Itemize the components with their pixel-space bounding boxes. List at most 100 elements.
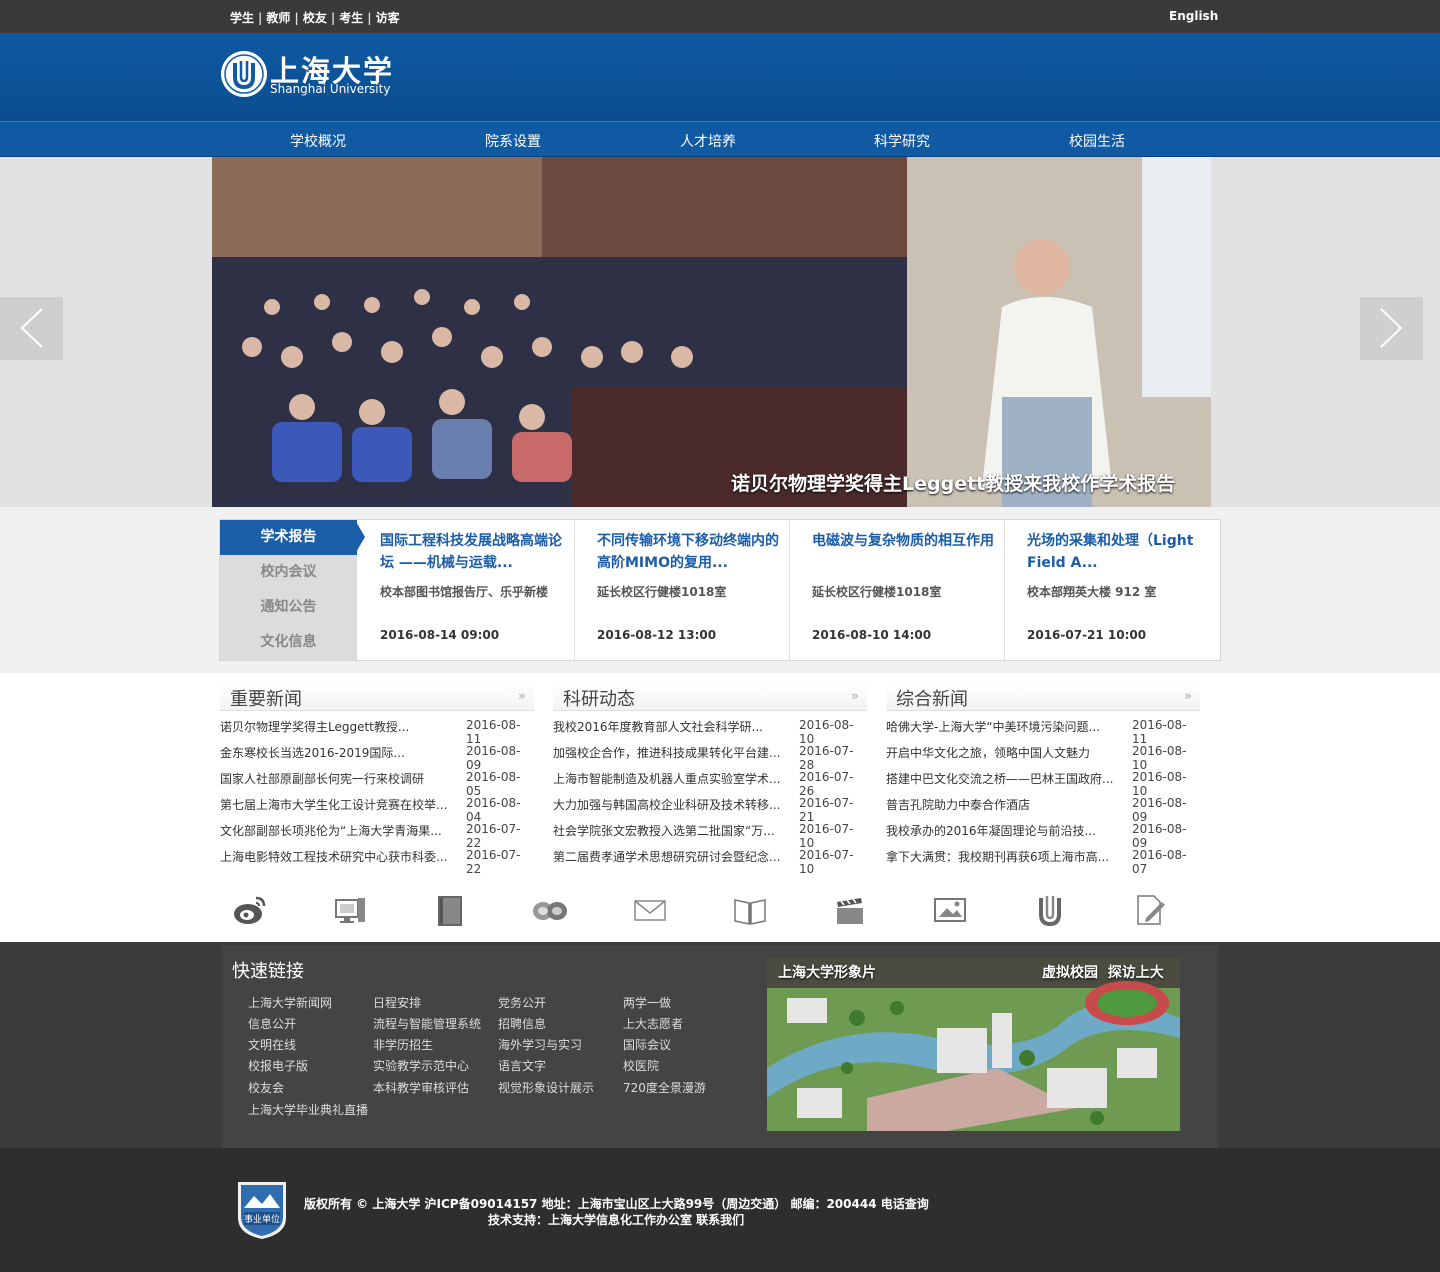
video-icon[interactable] bbox=[830, 890, 870, 930]
more-arrow-icon[interactable]: » bbox=[518, 689, 526, 704]
quick-link[interactable]: 两学一做 bbox=[623, 994, 671, 1011]
quick-link[interactable]: 实验教学示范中心 bbox=[373, 1057, 469, 1074]
tab-culture-info[interactable]: 文化信息 bbox=[220, 625, 357, 660]
computer-icon[interactable] bbox=[330, 890, 370, 930]
news-item[interactable]: 上海电影特效工程技术研究中心获市科委... 2016-07-22 bbox=[220, 848, 534, 876]
news-item-title[interactable]: 加强校企合作，推进科技成果转化平台建... bbox=[553, 744, 789, 761]
news-item-title[interactable]: 我校承办的2016年凝固理论与前沿技... bbox=[886, 822, 1122, 839]
news-item-title[interactable]: 普吉孔院助力中泰合作酒店 bbox=[886, 796, 1122, 813]
english-link[interactable]: English bbox=[1169, 9, 1218, 23]
talk-title[interactable]: 电磁波与复杂物质的相互作用 bbox=[812, 530, 997, 552]
news-item-title[interactable]: 大力加强与韩国高校企业科研及技术转移... bbox=[553, 796, 789, 813]
news-item[interactable]: 加强校企合作，推进科技成果转化平台建... 2016-07-28 bbox=[553, 744, 867, 772]
audience-link-alumni[interactable]: 校友 bbox=[303, 11, 327, 25]
quick-link[interactable]: 信息公开 bbox=[248, 1015, 296, 1032]
news-item-title[interactable]: 第七届上海市大学生化工设计竞赛在校举... bbox=[220, 796, 456, 813]
quick-link[interactable]: 海外学习与实习 bbox=[498, 1036, 582, 1053]
tab-notices[interactable]: 通知公告 bbox=[220, 590, 357, 625]
carousel-next-button[interactable] bbox=[1360, 297, 1423, 360]
quick-link[interactable]: 720度全景漫游 bbox=[623, 1079, 706, 1096]
news-item-title[interactable]: 社会学院张文宏教授入选第二批国家“万... bbox=[553, 822, 789, 839]
more-arrow-icon[interactable]: » bbox=[1184, 689, 1192, 704]
quick-link[interactable]: 视觉形象设计展示 bbox=[498, 1079, 594, 1096]
quick-link[interactable]: 上大志愿者 bbox=[623, 1015, 683, 1032]
quick-link[interactable]: 招聘信息 bbox=[498, 1015, 546, 1032]
promo-video-link[interactable]: 上海大学形象片 bbox=[778, 962, 876, 982]
quick-link[interactable]: 校医院 bbox=[623, 1057, 659, 1074]
carousel-prev-button[interactable] bbox=[0, 297, 63, 360]
news-item[interactable]: 开启中华文化之旅，领略中国人文魅力 2016-08-10 bbox=[886, 744, 1200, 772]
talk-card[interactable]: 不同传输环境下移动终端内的高阶MIMO的复用... 延长校区行健楼1018室 2… bbox=[574, 520, 786, 660]
photo-icon[interactable] bbox=[930, 890, 970, 930]
banner-slide-image[interactable] bbox=[212, 157, 1211, 507]
news-item-title[interactable]: 搭建中巴文化交流之桥——巴林王国政府... bbox=[886, 770, 1122, 787]
news-item[interactable]: 文化部副部长项兆伦为“上海大学青海果... 2016-07-22 bbox=[220, 822, 534, 850]
mail-icon[interactable] bbox=[630, 890, 670, 930]
news-item-title[interactable]: 诺贝尔物理学奖得主Leggett教授... bbox=[220, 718, 456, 735]
news-item[interactable]: 国家人社部原副部长何宪一行来校调研 2016-08-05 bbox=[220, 770, 534, 798]
news-column-title[interactable]: 综合新闻 bbox=[896, 685, 968, 711]
quick-link[interactable]: 流程与智能管理系统 bbox=[373, 1015, 481, 1032]
quick-link[interactable]: 校友会 bbox=[248, 1079, 284, 1096]
audience-link-applicants[interactable]: 考生 bbox=[339, 11, 363, 25]
news-item-title[interactable]: 拿下大满贯：我校期刊再获6项上海市高... bbox=[886, 848, 1122, 865]
notebook-icon[interactable] bbox=[430, 890, 470, 930]
nav-item-research[interactable]: 科学研究 bbox=[874, 131, 930, 151]
quick-link[interactable]: 校报电子版 bbox=[248, 1057, 308, 1074]
news-item[interactable]: 哈佛大学-上海大学“中美环境污染问题... 2016-08-11 bbox=[886, 718, 1200, 746]
more-arrow-icon[interactable]: » bbox=[851, 689, 859, 704]
talk-card[interactable]: 电磁波与复杂物质的相互作用 延长校区行健楼1018室 2016-08-10 14… bbox=[789, 520, 1001, 660]
university-logo-icon[interactable] bbox=[220, 47, 268, 101]
news-item[interactable]: 大力加强与韩国高校企业科研及技术转移... 2016-07-21 bbox=[553, 796, 867, 824]
quick-link[interactable]: 上海大学新闻网 bbox=[248, 994, 332, 1011]
news-item[interactable]: 我校2016年度教育部人文社会科学研... 2016-08-10 bbox=[553, 718, 867, 746]
news-item-title[interactable]: 开启中华文化之旅，领略中国人文魅力 bbox=[886, 744, 1122, 761]
quick-link[interactable]: 非学历招生 bbox=[373, 1036, 433, 1053]
talk-card[interactable]: 国际工程科技发展战略高端论坛 ——机械与运载... 校本部图书馆报告厅、乐乎新楼… bbox=[358, 520, 570, 660]
news-column-title[interactable]: 科研动态 bbox=[563, 685, 635, 711]
news-item[interactable]: 社会学院张文宏教授入选第二批国家“万... 2016-07-10 bbox=[553, 822, 867, 850]
nav-item-education[interactable]: 人才培养 bbox=[680, 131, 736, 151]
talk-card[interactable]: 光场的采集和处理（Light Field A... 校本部翔英大楼 912 室 … bbox=[1004, 520, 1216, 660]
quick-link[interactable]: 本科教学审核评估 bbox=[373, 1079, 469, 1096]
nav-item-overview[interactable]: 学校概况 bbox=[290, 131, 346, 151]
news-item[interactable]: 拿下大满贯：我校期刊再获6项上海市高... 2016-08-07 bbox=[886, 848, 1200, 876]
news-item[interactable]: 诺贝尔物理学奖得主Leggett教授... 2016-08-11 bbox=[220, 718, 534, 746]
audience-link-students[interactable]: 学生 bbox=[230, 11, 254, 25]
news-item[interactable]: 普吉孔院助力中泰合作酒店 2016-08-09 bbox=[886, 796, 1200, 824]
talk-title[interactable]: 国际工程科技发展战略高端论坛 ——机械与运载... bbox=[380, 530, 565, 574]
quick-link[interactable]: 上海大学毕业典礼直播 bbox=[248, 1101, 368, 1118]
nav-item-departments[interactable]: 院系设置 bbox=[485, 131, 541, 151]
quick-link[interactable]: 国际会议 bbox=[623, 1036, 671, 1053]
news-item-title[interactable]: 上海电影特效工程技术研究中心获市科委... bbox=[220, 848, 456, 865]
news-item[interactable]: 搭建中巴文化交流之桥——巴林王国政府... 2016-08-10 bbox=[886, 770, 1200, 798]
chat-icon[interactable] bbox=[530, 890, 570, 930]
talk-title[interactable]: 不同传输环境下移动终端内的高阶MIMO的复用... bbox=[597, 530, 782, 574]
news-item-title[interactable]: 文化部副部长项兆伦为“上海大学青海果... bbox=[220, 822, 456, 839]
quick-link[interactable]: 党务公开 bbox=[498, 994, 546, 1011]
news-item-title[interactable]: 上海市智能制造及机器人重点实验室学术... bbox=[553, 770, 789, 787]
news-item[interactable]: 第七届上海市大学生化工设计竞赛在校举... 2016-08-04 bbox=[220, 796, 534, 824]
quick-link[interactable]: 日程安排 bbox=[373, 994, 421, 1011]
campus-map-image[interactable] bbox=[767, 958, 1180, 1131]
news-item[interactable]: 第二届费孝通学术思想研究研讨会暨纪念... 2016-07-10 bbox=[553, 848, 867, 876]
visit-shu-link[interactable]: 探访上大 bbox=[1108, 965, 1164, 981]
logo-english-name[interactable]: Shanghai University bbox=[270, 82, 390, 96]
tab-campus-meetings[interactable]: 校内会议 bbox=[220, 555, 357, 590]
news-item-title[interactable]: 国家人社部原副部长何宪一行来校调研 bbox=[220, 770, 456, 787]
news-item[interactable]: 上海市智能制造及机器人重点实验室学术... 2016-07-26 bbox=[553, 770, 867, 798]
tab-academic-talks[interactable]: 学术报告 bbox=[220, 520, 357, 555]
news-item-title[interactable]: 我校2016年度教育部人文社会科学研... bbox=[553, 718, 789, 735]
news-item[interactable]: 金东寒校长当选2016-2019国际... 2016-08-09 bbox=[220, 744, 534, 772]
news-item[interactable]: 我校承办的2016年凝固理论与前沿技... 2016-08-09 bbox=[886, 822, 1200, 850]
audience-link-visitors[interactable]: 访客 bbox=[376, 11, 400, 25]
news-item-title[interactable]: 哈佛大学-上海大学“中美环境污染问题... bbox=[886, 718, 1122, 735]
book-icon[interactable] bbox=[730, 890, 770, 930]
public-institution-badge-icon[interactable]: 事业单位 bbox=[236, 1178, 288, 1240]
news-item-title[interactable]: 第二届费孝通学术思想研究研讨会暨纪念... bbox=[553, 848, 789, 865]
virtual-campus-link[interactable]: 虚拟校园 bbox=[1042, 965, 1098, 981]
talk-title[interactable]: 光场的采集和处理（Light Field A... bbox=[1027, 530, 1212, 574]
weibo-icon[interactable] bbox=[230, 890, 270, 930]
news-column-title[interactable]: 重要新闻 bbox=[230, 685, 302, 711]
news-item-title[interactable]: 金东寒校长当选2016-2019国际... bbox=[220, 744, 456, 761]
